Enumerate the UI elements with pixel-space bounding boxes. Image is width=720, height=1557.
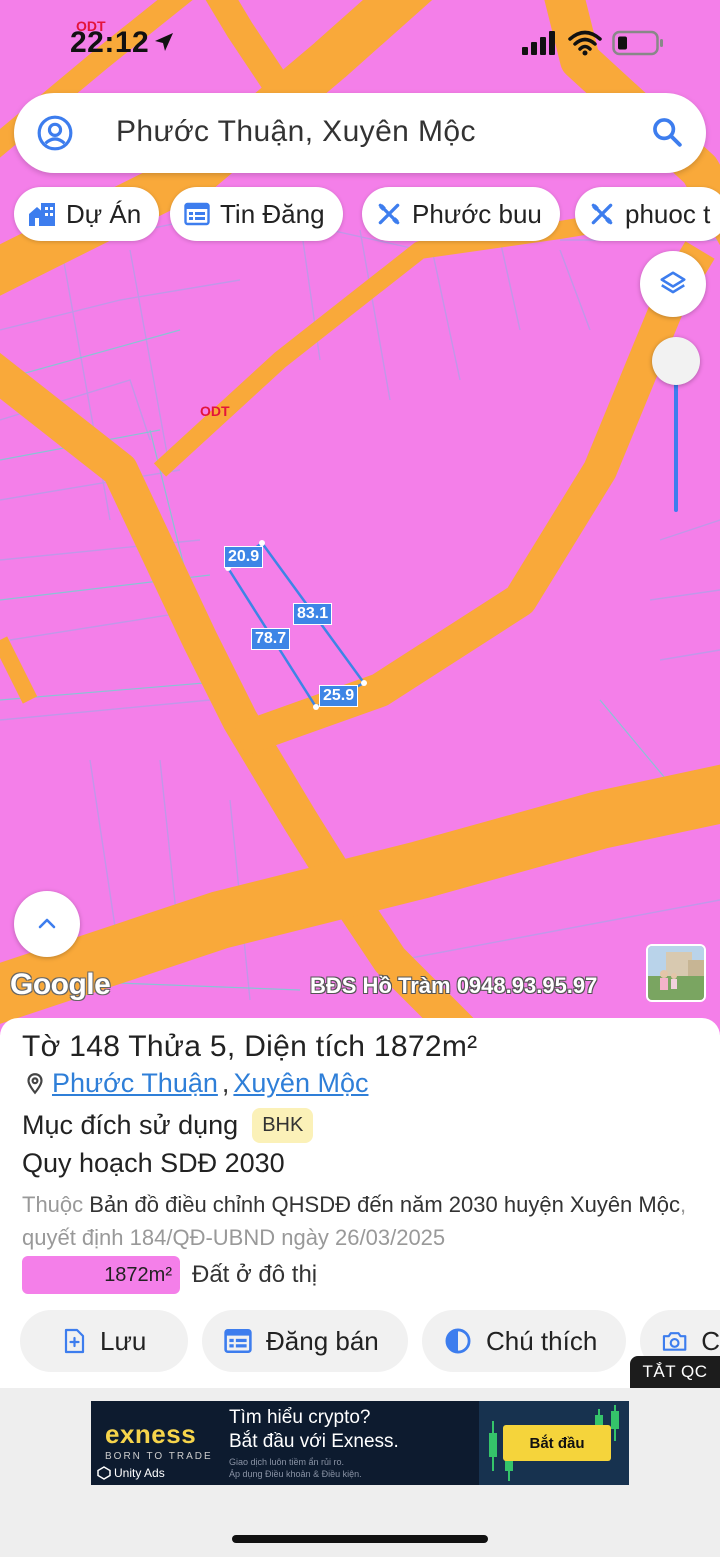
ad-headline-2: Bắt đầu với Exness. xyxy=(229,1431,399,1452)
parcel-purpose: Mục đích sử dụng BHK xyxy=(22,1108,314,1143)
search-icon[interactable] xyxy=(650,115,684,149)
opacity-slider-thumb[interactable] xyxy=(652,337,700,385)
purpose-badge: BHK xyxy=(252,1108,314,1143)
ward-link[interactable]: Phước Thuận xyxy=(52,1068,218,1099)
plan-heading: Quy hoạch SDĐ 2030 xyxy=(22,1148,285,1178)
plan-description: Thuộc Bản đồ điều chỉnh QHSDĐ đến năm 20… xyxy=(22,1188,702,1254)
parcel-info-panel: Tờ 148 Thửa 5, Diện tích 1872m² Phước Th… xyxy=(0,1018,720,1388)
expand-panel-button[interactable] xyxy=(14,891,80,957)
layers-button[interactable] xyxy=(640,251,706,317)
ad-fine-print-1: Giao dịch luôn tiềm ẩn rủi ro. xyxy=(229,1457,345,1467)
ad-brand-sub: BORN TO TRADE xyxy=(105,1451,213,1462)
chip-du-an[interactable]: Dự Án xyxy=(14,187,160,241)
street-view-thumbnail[interactable] xyxy=(646,944,706,1002)
house-building-icon xyxy=(29,203,55,226)
half-circle-icon xyxy=(445,1328,471,1354)
ad-area: exness BORN TO TRADE Unity Ads Tìm hiểu … xyxy=(0,1388,720,1557)
wifi-icon xyxy=(568,30,602,56)
area-unit: m² xyxy=(441,1030,478,1063)
landuse-swatch: 1872m² xyxy=(22,1256,180,1294)
chip-label: Tin Đăng xyxy=(220,198,325,229)
ad-banner[interactable]: exness BORN TO TRADE Unity Ads Tìm hiểu … xyxy=(91,1401,629,1485)
chip-label: phuoc t xyxy=(625,198,711,229)
title-area-label: , Diện tích xyxy=(226,1030,374,1063)
location-arrow-icon xyxy=(155,33,173,51)
save-button[interactable]: Lưu xyxy=(20,1310,188,1372)
filter-chips: Dự Án Tin Đăng Phước buu phuoc t xyxy=(14,187,720,241)
action-buttons: Lưu Đăng bán Chú thích C xyxy=(0,1310,720,1372)
title-mid: Thửa xyxy=(120,1030,210,1063)
calendar-list-icon xyxy=(224,1328,252,1354)
post-sale-label: Đăng bán xyxy=(266,1325,379,1356)
ad-network: Unity Ads xyxy=(97,1466,165,1480)
signal-icon xyxy=(522,31,555,55)
tools-icon xyxy=(378,203,400,225)
tools-icon xyxy=(591,203,613,225)
plan-desc-prefix: Thuộc xyxy=(22,1192,90,1217)
location-pin-icon xyxy=(27,1072,43,1094)
status-bar: 22:12 xyxy=(0,0,720,86)
search-bar[interactable]: Phước Thuận, Xuyên Mộc xyxy=(14,93,706,173)
user-account-icon[interactable] xyxy=(36,114,74,152)
chip-label: Phước buu xyxy=(412,198,542,229)
zone-label: ODT xyxy=(200,403,230,419)
legend-button[interactable]: Chú thích xyxy=(422,1310,626,1372)
chip-tin-dang[interactable]: Tin Đăng xyxy=(170,187,343,241)
unity-logo-icon xyxy=(97,1466,111,1480)
dimension-left-label: 78.7 xyxy=(251,628,291,650)
ad-fine-print-2: Áp dụng Điều khoản & Điều kiện. xyxy=(229,1469,362,1479)
chip-phuoc-buu[interactable]: Phước buu xyxy=(362,187,560,241)
bookmark-add-icon xyxy=(64,1328,85,1354)
ad-brand: exness xyxy=(105,1419,197,1449)
chevron-up-icon xyxy=(38,918,56,929)
chip-label: Dự Án xyxy=(66,198,142,229)
search-input[interactable]: Phước Thuận, Xuyên Mộc xyxy=(116,115,476,149)
ad-network-label: Unity Ads xyxy=(114,1466,165,1480)
close-ad-button[interactable]: TẮT QC xyxy=(630,1356,720,1388)
landuse-row: 1872m² Đất ở đô thị xyxy=(22,1256,317,1294)
legend-label: Chú thích xyxy=(486,1325,598,1356)
landuse-type: Đất ở đô thị xyxy=(192,1261,318,1288)
plan-map-name[interactable]: Bản đồ điều chỉnh QHSDĐ đến năm 2030 huy… xyxy=(89,1192,680,1217)
battery-icon xyxy=(612,30,663,56)
title-prefix: Tờ xyxy=(22,1030,70,1063)
sheet-number: 148 xyxy=(69,1030,121,1063)
ad-cta-button[interactable]: Bắt đầu xyxy=(503,1425,611,1461)
camera-icon xyxy=(662,1332,687,1351)
google-logo: Google xyxy=(10,968,111,1001)
chip-phuoc-t[interactable]: phuoc t xyxy=(575,187,720,241)
parcel-location: Phước Thuận, Xuyên Mộc xyxy=(22,1068,368,1099)
watermark-text: BĐS Hồ Tràm 0948.93.95.97 xyxy=(310,973,598,998)
post-sale-button[interactable]: Đăng bán xyxy=(202,1310,408,1372)
dimension-top-label: 20.9 xyxy=(224,546,264,568)
layers-icon xyxy=(660,271,686,294)
district-link[interactable]: Xuyên Mộc xyxy=(233,1068,368,1099)
purpose-label: Mục đích sử dụng xyxy=(22,1110,239,1140)
home-indicator[interactable] xyxy=(232,1535,488,1543)
camera-label: C xyxy=(701,1325,720,1356)
ad-headline-1: Tìm hiểu crypto? xyxy=(229,1407,371,1428)
area-value: 1872 xyxy=(373,1030,442,1063)
dimension-right-label: 83.1 xyxy=(293,603,333,625)
save-label: Lưu xyxy=(100,1325,147,1356)
status-time: 22:12 xyxy=(70,26,150,59)
calendar-list-icon xyxy=(184,202,210,226)
dimension-bottom-label: 25.9 xyxy=(319,685,359,707)
parcel-title: Tờ 148 Thửa 5, Diện tích 1872m² xyxy=(22,1030,477,1064)
plot-number: 5 xyxy=(209,1030,227,1063)
